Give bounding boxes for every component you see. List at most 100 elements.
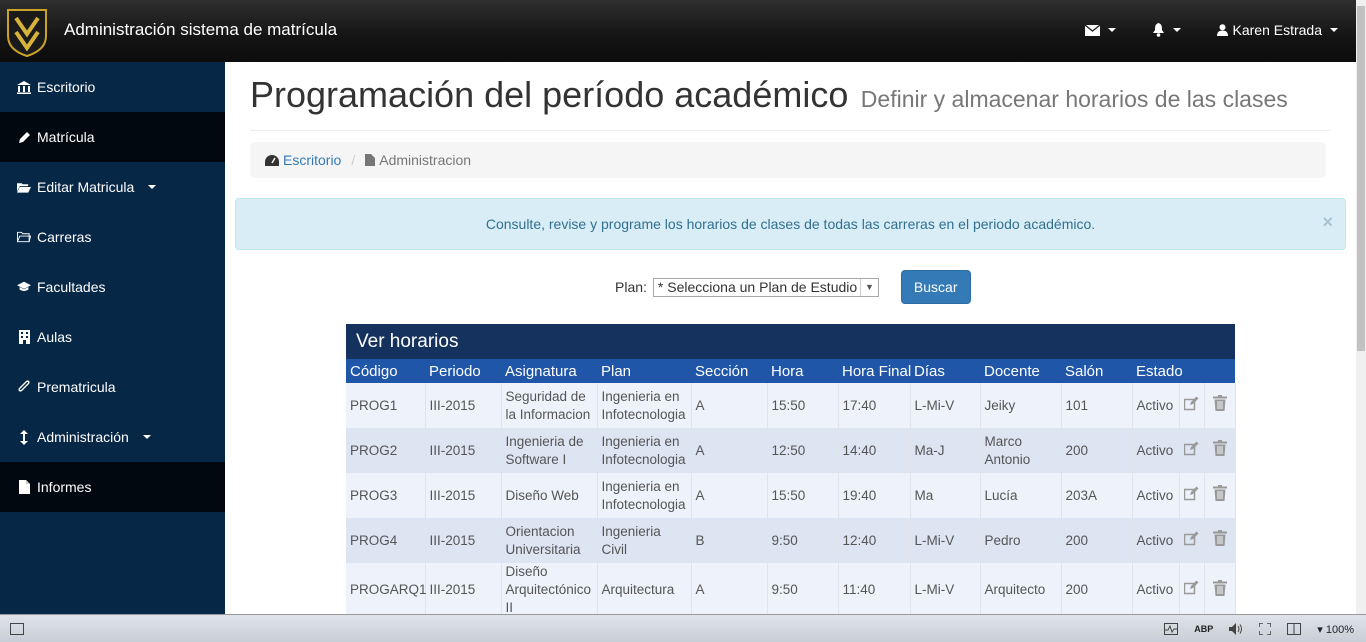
scrollbar-thumb[interactable]	[1357, 6, 1365, 351]
cell-salon: 200	[1061, 518, 1133, 563]
page-title: Programación del período académico	[250, 74, 849, 115]
column-header[interactable]: Hora Final	[838, 359, 911, 383]
dashboard-icon	[265, 154, 279, 166]
file-icon	[17, 480, 31, 494]
messages-menu[interactable]	[1084, 24, 1116, 36]
zoom-control[interactable]: ▾ 100%	[1317, 623, 1354, 636]
folder-open-icon	[17, 181, 31, 193]
cell-codigo: PROG4	[346, 518, 426, 563]
table-row: PROG1 III-2015 Seguridad de la Informacion…	[346, 383, 1236, 428]
building-icon	[17, 330, 31, 344]
cell-salon: 203A	[1061, 473, 1133, 518]
fullscreen-icon[interactable]	[1259, 623, 1272, 635]
sidebar-item-editar-matricula[interactable]: Editar Matricula	[0, 162, 225, 212]
close-icon[interactable]: ×	[1322, 212, 1333, 233]
sidebar-item-aulas[interactable]: Aulas	[0, 312, 225, 362]
chevron-down-icon: ▼	[859, 278, 878, 296]
column-header[interactable]: Asignatura	[501, 359, 597, 383]
activity-icon[interactable]	[1164, 623, 1179, 635]
sidebar-item-escritorio[interactable]: Escritorio	[0, 62, 225, 112]
cell-docente: Lucía	[980, 473, 1062, 518]
volume-icon[interactable]	[1229, 623, 1243, 635]
sidebar-item-label: Informes	[37, 479, 92, 495]
edit-icon[interactable]	[1179, 473, 1205, 518]
cell-estado: Activo	[1132, 563, 1180, 614]
browser-status-bar: ABP ▾ 100%	[0, 614, 1366, 642]
adblock-icon[interactable]: ABP	[1194, 624, 1213, 634]
column-header[interactable]: Plan	[597, 359, 691, 383]
search-button[interactable]: Buscar	[900, 270, 971, 304]
pencil-icon	[17, 131, 31, 144]
column-header-actions	[1204, 359, 1235, 383]
panel-title: Ver horarios	[346, 324, 1235, 359]
trash-icon[interactable]	[1204, 473, 1236, 518]
top-navbar: Administración sistema de matrícula Kare…	[0, 0, 1356, 63]
trash-icon[interactable]	[1204, 563, 1236, 614]
cell-asignatura: Diseño Arquitectónico II	[501, 563, 598, 614]
column-header[interactable]: Estado	[1132, 359, 1183, 383]
cell-asignatura: Orientacion Universitaria	[501, 518, 598, 563]
column-header[interactable]: Días	[910, 359, 980, 383]
sidebar-item-facultades[interactable]: Facultades	[0, 262, 225, 312]
cell-estado: Activo	[1132, 518, 1180, 563]
cell-asignatura: Diseño Web	[501, 473, 598, 518]
edit-icon[interactable]	[1179, 428, 1205, 473]
trash-icon[interactable]	[1204, 518, 1236, 563]
column-header[interactable]: Sección	[691, 359, 767, 383]
sidebar-item-carreras[interactable]: Carreras	[0, 212, 225, 262]
table-row: PROG2 III-2015 Ingenieria de Software I Ing…	[346, 428, 1236, 473]
sidebar-item-label: Matrícula	[37, 129, 95, 145]
sidebar-item-administracion[interactable]: Administración	[0, 412, 225, 462]
sidebar-item-label: Carreras	[37, 229, 92, 245]
sidebar-item-matricula[interactable]: Matrícula	[0, 112, 225, 162]
cell-salon: 200	[1061, 563, 1133, 614]
cell-seccion: A	[691, 563, 768, 614]
edit-icon[interactable]	[1179, 383, 1205, 428]
cell-asignatura: Ingenieria de Software I	[501, 428, 598, 473]
cell-salon: 200	[1061, 428, 1133, 473]
plan-select-value: * Selecciona un Plan de Estudio	[657, 279, 858, 295]
arrows-vertical-icon	[17, 429, 31, 445]
column-header[interactable]: Código	[346, 359, 425, 383]
trash-icon[interactable]	[1204, 383, 1236, 428]
breadcrumb-home-link[interactable]: Escritorio	[283, 152, 341, 168]
column-header[interactable]: Salón	[1061, 359, 1132, 383]
sidebar-item-label: Administración	[37, 429, 129, 445]
cell-hora: 15:50	[767, 473, 839, 518]
plan-select[interactable]: * Selecciona un Plan de Estudio ▼	[652, 277, 879, 297]
vertical-scrollbar[interactable]	[1356, 0, 1366, 614]
sidebar: Escritorio Matrícula Editar Matricula Ca…	[0, 62, 225, 614]
cell-periodo: III-2015	[425, 428, 502, 473]
sidebar-item-informes[interactable]: Informes	[0, 462, 225, 512]
logo-icon[interactable]	[4, 6, 50, 58]
graduation-cap-icon	[17, 281, 31, 293]
table-row: PROG4 III-2015 Orientacion Universitaria In…	[346, 518, 1236, 563]
envelope-icon	[1084, 24, 1100, 36]
sidebar-item-prematricula[interactable]: Prematricula	[0, 362, 225, 412]
bank-icon	[17, 80, 31, 94]
cell-codigo: PROG3	[346, 473, 426, 518]
cell-hora: 12:50	[767, 428, 839, 473]
panel-icon[interactable]	[1287, 623, 1302, 635]
plan-label: Plan:	[615, 279, 647, 295]
sidebar-item-label: Facultades	[37, 279, 106, 295]
sidebar-toggle-icon[interactable]	[10, 623, 24, 635]
edit-icon[interactable]	[1179, 563, 1205, 614]
edit-icon[interactable]	[1179, 518, 1205, 563]
alert-text: Consulte, revise y programe los horarios…	[485, 216, 1096, 232]
column-header[interactable]: Hora	[767, 359, 838, 383]
user-menu[interactable]: Karen Estrada	[1216, 22, 1338, 38]
schedule-table: Código Periodo Asignatura Plan Sección H…	[346, 359, 1236, 614]
breadcrumb-separator: /	[351, 152, 356, 168]
cell-codigo: PROG2	[346, 428, 426, 473]
cell-seccion: A	[691, 383, 768, 428]
chevron-down-icon	[1107, 28, 1116, 32]
app-title[interactable]: Administración sistema de matrícula	[64, 20, 337, 40]
notifications-menu[interactable]	[1152, 23, 1181, 37]
chevron-down-icon	[148, 185, 157, 189]
trash-icon[interactable]	[1204, 428, 1236, 473]
column-header[interactable]: Periodo	[425, 359, 501, 383]
schedule-panel: Ver horarios Código Periodo Asignatura P…	[346, 324, 1236, 614]
column-header[interactable]: Docente	[980, 359, 1061, 383]
cell-plan: Ingenieria Civil	[597, 518, 692, 563]
